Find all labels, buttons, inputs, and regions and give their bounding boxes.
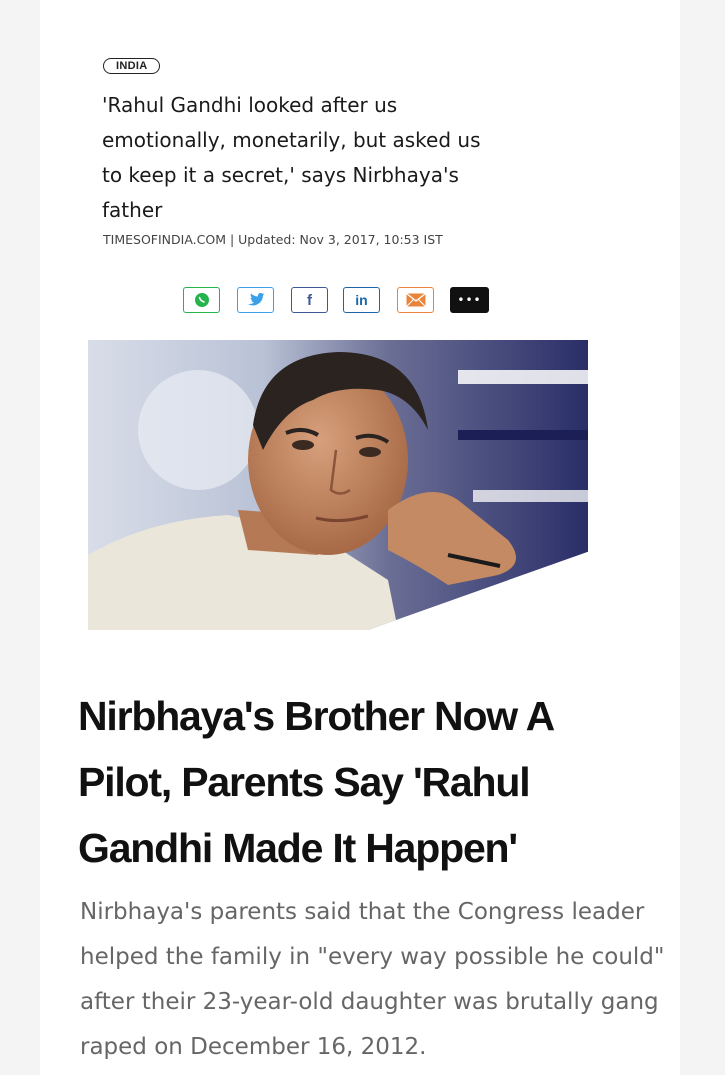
summary-line: Nirbhaya's parents said that the Congres… — [80, 899, 645, 925]
headline-line: to keep it a secret,' says Nirbhaya's — [102, 163, 459, 187]
twitter-icon — [247, 293, 264, 306]
email-icon — [405, 293, 426, 307]
summary-line: after their 23-year-old daughter was bru… — [80, 989, 659, 1015]
story-title-line: Pilot, Parents Say 'Rahul — [78, 759, 531, 805]
twitter-share-button[interactable] — [237, 287, 274, 313]
headline-line: 'Rahul Gandhi looked after us — [102, 93, 398, 117]
more-icon: ••• — [457, 293, 482, 307]
summary-line: helped the family in "every way possible… — [80, 944, 665, 970]
headline-line: father — [102, 198, 163, 222]
story-title-line: Nirbhaya's Brother Now A — [78, 693, 555, 739]
facebook-icon: f — [307, 291, 312, 309]
story-summary: Nirbhaya's parents said that the Congres… — [80, 890, 710, 1070]
linkedin-icon: in — [355, 292, 368, 308]
facebook-share-button[interactable]: f — [291, 287, 328, 313]
headline-line: emotionally, monetarily, but asked us — [102, 128, 481, 152]
linkedin-share-button[interactable]: in — [343, 287, 380, 313]
byline: TIMESOFINDIA.COM | Updated: Nov 3, 2017,… — [103, 232, 443, 247]
whatsapp-share-button[interactable] — [183, 287, 220, 313]
share-bar: f in ••• — [0, 287, 725, 317]
more-share-button[interactable]: ••• — [450, 287, 489, 313]
whatsapp-icon — [194, 293, 209, 307]
category-tag[interactable]: INDIA — [103, 58, 161, 74]
summary-line: raped on December 16, 2012. — [80, 1034, 427, 1060]
story-title-line: Gandhi Made It Happen' — [78, 825, 518, 871]
email-share-button[interactable] — [397, 287, 434, 313]
article-headline[interactable]: 'Rahul Gandhi looked after us emotionall… — [102, 88, 572, 228]
story-title[interactable]: Nirbhaya's Brother Now A Pilot, Parents … — [78, 683, 678, 881]
